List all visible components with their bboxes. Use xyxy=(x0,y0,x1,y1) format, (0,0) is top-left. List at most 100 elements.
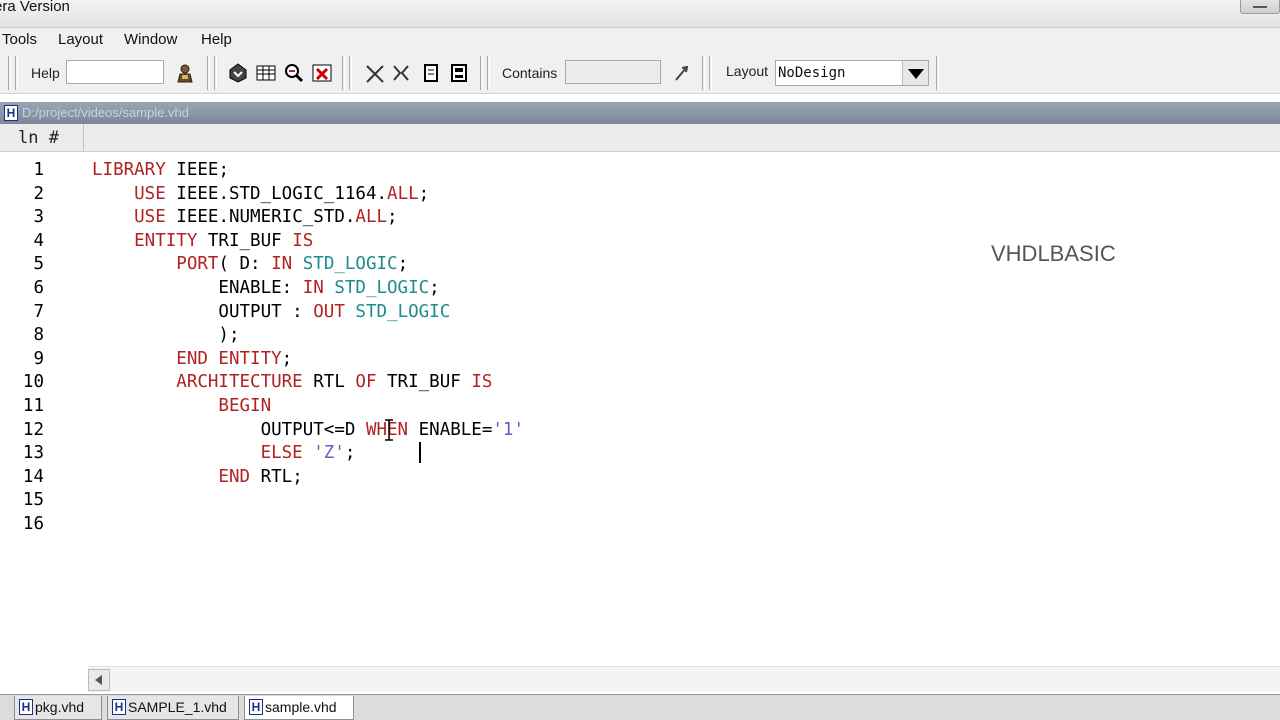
code-line[interactable]: 7 OUTPUT : OUT STD_LOGIC xyxy=(0,302,1000,325)
menu-layout[interactable]: Layout xyxy=(58,31,103,48)
code-token: ); xyxy=(92,325,240,346)
simulate-icon[interactable] xyxy=(255,62,277,84)
line-number: 16 xyxy=(22,514,44,534)
code-token: IS xyxy=(471,372,493,393)
code-token: ; xyxy=(387,207,398,228)
chevron-down-icon[interactable] xyxy=(902,61,928,85)
menu-help[interactable]: Help xyxy=(201,31,232,48)
menu-bar: Tools Layout Window Help xyxy=(0,28,1280,52)
contains-input[interactable] xyxy=(565,60,661,84)
code-token: RTL xyxy=(302,372,356,393)
code-token: OUTPUT : xyxy=(92,301,314,322)
code-token: ; xyxy=(344,443,356,464)
help-search-input[interactable] xyxy=(66,60,164,84)
menu-tools[interactable]: Tools xyxy=(2,31,37,48)
toolbar-separator xyxy=(487,56,490,90)
code-token: RTL; xyxy=(250,466,303,487)
vhdl-file-icon: H xyxy=(112,699,126,715)
code-text: USE IEEE.NUMERIC_STD.ALL; xyxy=(92,207,398,228)
code-line[interactable]: 5 PORT( D: IN STD_LOGIC; xyxy=(0,254,1000,277)
line-number: 11 xyxy=(22,396,44,416)
code-line[interactable]: 9 END ENTITY; xyxy=(0,349,1000,372)
code-token: ; xyxy=(397,254,409,275)
code-token: ; xyxy=(418,183,430,204)
paste-icon[interactable] xyxy=(420,62,442,84)
code-line[interactable]: 13 ELSE 'Z'; xyxy=(0,443,1000,466)
text-caret xyxy=(419,442,421,463)
code-line[interactable]: 16 xyxy=(0,514,1000,537)
code-text: ENABLE: IN STD_LOGIC; xyxy=(92,278,440,298)
code-line[interactable]: 1 LIBRARY IEEE; xyxy=(0,160,1000,183)
code-line[interactable]: 2 USE IEEE.STD_LOGIC_1164.ALL; xyxy=(0,184,1000,207)
code-token: OUT xyxy=(313,301,345,322)
horizontal-scrollbar[interactable] xyxy=(88,666,1280,692)
document-path: D:/project/videos/sample.vhd xyxy=(22,105,189,120)
code-line[interactable]: 10 ARCHITECTURE RTL OF TRI_BUF IS xyxy=(0,372,1000,395)
line-number: 4 xyxy=(33,230,44,251)
code-token: IEEE.STD_LOGIC_1164. xyxy=(165,183,388,204)
tab-label: sample.vhd xyxy=(265,699,337,715)
code-token: TRI_BUF xyxy=(197,230,293,251)
tab-sample-1[interactable]: H SAMPLE_1.vhd xyxy=(107,696,239,720)
code-line[interactable]: 14 END RTL; xyxy=(0,467,1000,490)
document-title-bar: H D:/project/videos/sample.vhd xyxy=(0,102,1280,124)
menu-window[interactable]: Window xyxy=(124,31,177,48)
code-text: ); xyxy=(92,325,240,346)
code-token: IS xyxy=(292,230,314,251)
ibeam-cursor-icon xyxy=(385,419,393,441)
scroll-left-icon[interactable] xyxy=(88,669,110,691)
title-bar: era Version xyxy=(0,0,1280,28)
code-token: IEEE.NUMERIC_STD. xyxy=(165,207,356,228)
contains-label: Contains xyxy=(502,65,558,81)
code-token: BEGIN xyxy=(92,396,272,416)
code-line[interactable]: 4 ENTITY TRI_BUF IS xyxy=(0,231,1000,254)
code-token: IN xyxy=(271,254,293,275)
line-number: 2 xyxy=(33,183,44,204)
search-person-icon[interactable] xyxy=(174,62,196,84)
code-text: PORT( D: IN STD_LOGIC; xyxy=(92,254,408,274)
cut-icon[interactable] xyxy=(364,62,386,84)
stop-icon[interactable] xyxy=(311,62,333,84)
compile-icon[interactable] xyxy=(227,62,249,84)
code-line[interactable]: 8 ); xyxy=(0,325,1000,348)
code-token: STD_LOGIC xyxy=(355,301,451,322)
code-text: BEGIN xyxy=(92,396,271,416)
code-text: END ENTITY; xyxy=(92,349,292,369)
tab-sample[interactable]: H sample.vhd xyxy=(244,696,354,720)
code-token: END xyxy=(92,466,251,487)
layout-select[interactable]: NoDesign xyxy=(775,60,929,86)
line-number: 9 xyxy=(33,348,44,369)
code-line[interactable]: 15 xyxy=(0,490,1000,513)
toolbar-grip[interactable] xyxy=(8,56,11,90)
copy-icon[interactable] xyxy=(390,62,412,84)
code-editor[interactable]: 1 LIBRARY IEEE; 2 USE IEEE.STD_LOGIC_1164.… xyxy=(0,152,1280,664)
minimize-button[interactable] xyxy=(1240,0,1280,14)
wave-icon[interactable] xyxy=(283,62,305,84)
toolbar: Help Contains Layout xyxy=(0,52,1280,94)
toolbar-separator xyxy=(349,56,352,90)
code-line[interactable]: 11 BEGIN xyxy=(0,396,1000,419)
tab-pkg[interactable]: H pkg.vhd xyxy=(14,696,102,720)
code-text: OUTPUT : OUT STD_LOGIC xyxy=(92,302,450,322)
code-text: OUTPUT<=D WHEN ENABLE='1' xyxy=(92,420,524,440)
code-token: '1' xyxy=(492,419,524,440)
code-token: ; xyxy=(429,278,440,298)
line-number: 14 xyxy=(22,466,44,487)
code-line[interactable]: 3 USE IEEE.NUMERIC_STD.ALL; xyxy=(0,207,1000,230)
tab-label: SAMPLE_1.vhd xyxy=(128,699,227,715)
vhdl-file-icon: H xyxy=(249,699,263,715)
watermark-text: VHDLBASIC xyxy=(991,241,1116,266)
code-text: USE IEEE.STD_LOGIC_1164.ALL; xyxy=(92,184,429,204)
line-number: 10 xyxy=(22,372,44,393)
code-token: IN xyxy=(302,278,324,298)
toolbar-grip-2[interactable] xyxy=(15,56,18,90)
code-token: ELSE xyxy=(92,443,303,464)
toolbar-separator xyxy=(936,56,939,90)
code-line[interactable]: 6 ENABLE: IN STD_LOGIC; xyxy=(0,278,1000,301)
line-number-label: ln # xyxy=(0,124,84,151)
save-icon[interactable] xyxy=(448,62,470,84)
find-next-icon[interactable] xyxy=(672,62,694,84)
line-number: 12 xyxy=(22,419,44,440)
code-line[interactable]: 12 OUTPUT<=D WHEN ENABLE='1' xyxy=(0,420,1000,443)
